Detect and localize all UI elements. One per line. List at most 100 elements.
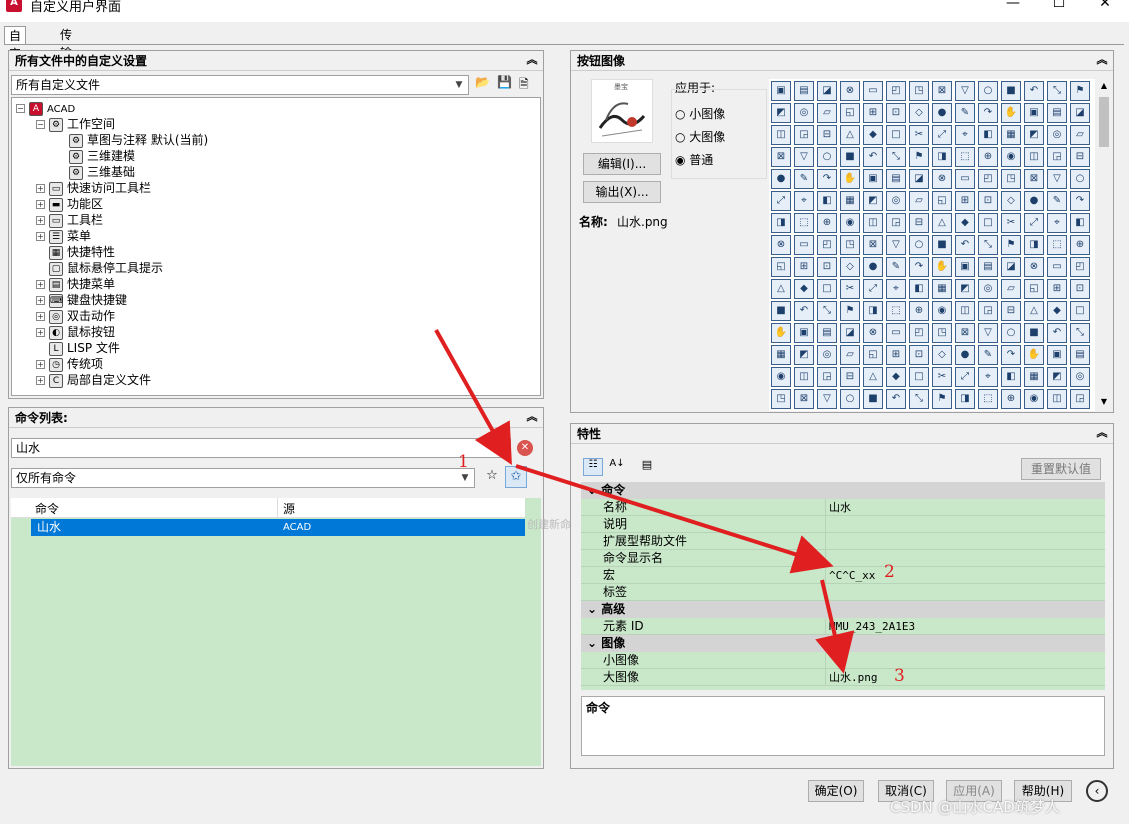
radio-normal[interactable]: ◉ 普通 [675, 151, 713, 168]
expand-icon[interactable]: + [36, 200, 45, 209]
gallery-image-tile-icon[interactable]: ⤢ [932, 125, 952, 145]
gallery-image-tile-icon[interactable]: ◎ [794, 103, 814, 123]
gallery-image-tile-icon[interactable]: ◆ [1047, 301, 1067, 321]
gallery-image-tile-icon[interactable]: △ [771, 279, 791, 299]
gallery-image-tile-icon[interactable]: ⊕ [817, 213, 837, 233]
gallery-image-tile-icon[interactable]: ⊕ [978, 147, 998, 167]
gallery-image-tile-icon[interactable]: ⊞ [886, 345, 906, 365]
gallery-image-tile-icon[interactable]: ⊞ [1047, 279, 1067, 299]
create-new-command-icon[interactable]: ✩ [505, 466, 527, 488]
gallery-image-tile-icon[interactable]: ⊞ [863, 103, 883, 123]
gallery-image-tile-icon[interactable]: ▣ [771, 81, 791, 101]
command-search-input[interactable]: 山水 [11, 438, 511, 458]
gallery-image-tile-icon[interactable]: ▱ [1001, 279, 1021, 299]
property-value[interactable]: MMU_243_2A1E3 [829, 618, 915, 635]
gallery-image-tile-icon[interactable]: ⊗ [932, 169, 952, 189]
gallery-image-tile-icon[interactable]: ◫ [863, 213, 883, 233]
gallery-image-tile-icon[interactable]: ▣ [1024, 103, 1044, 123]
gallery-image-tile-icon[interactable]: ⊡ [1070, 279, 1090, 299]
gallery-image-tile-icon[interactable]: ▣ [794, 323, 814, 343]
gallery-image-tile-icon[interactable]: ◩ [1024, 125, 1044, 145]
gallery-image-tile-icon[interactable]: ✎ [794, 169, 814, 189]
gallery-image-tile-icon[interactable]: ▽ [794, 147, 814, 167]
property-row[interactable]: 说明 [581, 516, 1105, 533]
gallery-image-tile-icon[interactable]: ◰ [978, 169, 998, 189]
gallery-image-tile-icon[interactable]: ✎ [886, 257, 906, 277]
gallery-image-tile-icon[interactable]: ↶ [1024, 81, 1044, 101]
gallery-image-tile-icon[interactable]: ◧ [909, 279, 929, 299]
gallery-image-tile-icon[interactable]: ✋ [932, 257, 952, 277]
gallery-image-tile-icon[interactable]: ✂ [909, 125, 929, 145]
gallery-image-tile-icon[interactable]: ⌖ [978, 367, 998, 387]
gallery-image-tile-icon[interactable]: ○ [909, 235, 929, 255]
save-icon[interactable]: 💾 [497, 75, 513, 91]
gallery-image-tile-icon[interactable]: ✂ [840, 279, 860, 299]
chevron-down-icon[interactable]: ⌄ [587, 483, 601, 497]
collapse-icon[interactable]: ︽ [525, 53, 539, 67]
property-category[interactable]: ⌄ 命令 [581, 482, 1105, 499]
gallery-image-tile-icon[interactable]: ◫ [794, 367, 814, 387]
gallery-image-tile-icon[interactable]: ▭ [1047, 257, 1067, 277]
property-value[interactable]: 山水.png [829, 669, 878, 686]
gallery-image-tile-icon[interactable]: ● [771, 169, 791, 189]
scroll-up-icon[interactable]: ▲ [1097, 81, 1111, 95]
gallery-image-tile-icon[interactable]: ⊡ [886, 103, 906, 123]
gallery-image-tile-icon[interactable]: ▤ [1070, 345, 1090, 365]
gallery-image-tile-icon[interactable]: ▽ [978, 323, 998, 343]
gallery-image-tile-icon[interactable]: ⤢ [1024, 213, 1044, 233]
gallery-image-tile-icon[interactable]: ◳ [932, 323, 952, 343]
gallery-image-tile-icon[interactable]: ◇ [1001, 191, 1021, 211]
gallery-image-tile-icon[interactable]: ● [932, 103, 952, 123]
gallery-image-tile-icon[interactable]: ◱ [863, 345, 883, 365]
gallery-image-tile-icon[interactable]: ⊠ [932, 81, 952, 101]
customization-tree[interactable]: − A ACAD − ⚙ 工作空间 ⚙ 草图与注释 默认(当前) ⚙ 三维建模 ⚙ 三维基础 + ▭ 快速访… [11, 97, 541, 396]
expand-icon[interactable]: + [36, 296, 45, 305]
gallery-image-tile-icon[interactable]: ◆ [863, 125, 883, 145]
gallery-image-tile-icon[interactable]: ⊟ [1001, 301, 1021, 321]
gallery-image-tile-icon[interactable]: ▽ [1047, 169, 1067, 189]
radio-large-image[interactable]: ○ 大图像 [675, 128, 725, 145]
gallery-image-tile-icon[interactable]: ● [863, 257, 883, 277]
gallery-image-tile-icon[interactable]: ◎ [886, 191, 906, 211]
clear-search-icon[interactable]: ✕ [517, 440, 533, 456]
gallery-image-tile-icon[interactable]: ⚑ [1070, 81, 1090, 101]
gallery-image-tile-icon[interactable]: ◇ [840, 257, 860, 277]
gallery-image-tile-icon[interactable]: ◲ [978, 301, 998, 321]
gallery-image-tile-icon[interactable]: ⊟ [817, 125, 837, 145]
expand-icon[interactable]: + [36, 360, 45, 369]
gallery-image-tile-icon[interactable]: ⬚ [978, 389, 998, 409]
property-value[interactable]: 山水 [829, 499, 851, 516]
gallery-image-tile-icon[interactable]: ◨ [771, 213, 791, 233]
tree-item[interactable]: + ▭ 工具栏 [36, 212, 103, 228]
gallery-image-tile-icon[interactable]: ⊗ [771, 235, 791, 255]
tree-item[interactable]: + ◎ 双击动作 [36, 308, 115, 324]
command-list-table[interactable]: 命令 源 山水 ACAD 创建新命令 [11, 498, 582, 766]
gallery-image-tile-icon[interactable]: ◳ [840, 235, 860, 255]
gallery-image-tile-icon[interactable]: ○ [978, 81, 998, 101]
gallery-image-tile-icon[interactable]: ◨ [932, 147, 952, 167]
find-command-icon[interactable]: ☆ [483, 468, 501, 486]
gallery-image-tile-icon[interactable]: ⚑ [909, 147, 929, 167]
categorized-icon[interactable]: ☷ [583, 458, 603, 476]
gallery-image-tile-icon[interactable]: ↷ [1070, 191, 1090, 211]
gallery-image-tile-icon[interactable]: ⊕ [1001, 389, 1021, 409]
button-image-gallery[interactable]: ▣ ▤ ◪ ⊗ ▭ ◰ ◳ ⊠ ▽ ○ ■ ↶ ⤡ ⚑ ◩ ◎ ▱ ◱ ⊞ ⊡ ◇ ● ✎ ↷ ✋ ▣ ▤ ◪ ◫ ◲ ⊟ △ ◆ □ ✂ ⤢ ⌖ ◧ ▦ ◩… [769, 79, 1095, 411]
gallery-image-tile-icon[interactable]: ✋ [840, 169, 860, 189]
gallery-image-tile-icon[interactable]: ▱ [817, 103, 837, 123]
gallery-image-tile-icon[interactable]: ⤢ [863, 279, 883, 299]
gallery-image-tile-icon[interactable]: ✎ [1047, 191, 1067, 211]
expand-icon[interactable]: + [36, 312, 45, 321]
gallery-image-tile-icon[interactable]: ◇ [932, 345, 952, 365]
gallery-image-tile-icon[interactable]: ▤ [817, 323, 837, 343]
reset-defaults-button[interactable]: 重置默认值 [1021, 458, 1101, 480]
gallery-image-tile-icon[interactable]: ⊞ [955, 191, 975, 211]
gallery-image-tile-icon[interactable]: ● [955, 345, 975, 365]
gallery-image-tile-icon[interactable]: ⚑ [840, 301, 860, 321]
gallery-image-tile-icon[interactable]: ◎ [817, 345, 837, 365]
gallery-image-tile-icon[interactable]: ◫ [1024, 147, 1044, 167]
gallery-image-tile-icon[interactable]: ⌖ [794, 191, 814, 211]
gallery-image-tile-icon[interactable]: ✋ [771, 323, 791, 343]
tree-item[interactable]: ▦ 快捷特性 [36, 244, 115, 260]
gallery-image-tile-icon[interactable]: ⤡ [909, 389, 929, 409]
gallery-image-tile-icon[interactable]: ● [1024, 191, 1044, 211]
